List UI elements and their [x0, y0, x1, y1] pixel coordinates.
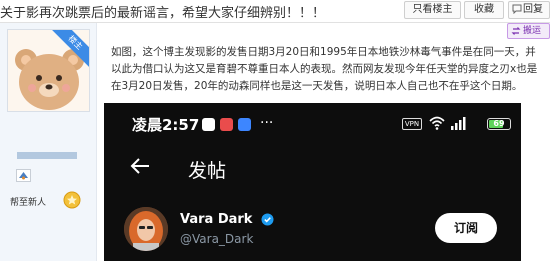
reply-icon [512, 4, 522, 14]
author-panel: 楼主 帮至新人 [0, 23, 97, 261]
user-handle[interactable]: @Vara_Dark [180, 232, 253, 246]
signal-icon [451, 117, 466, 130]
repost-tag: 搬运 [507, 23, 550, 39]
more-notifications-icon: ··· [260, 115, 274, 131]
post-text: 如图，这个博主发现影的发售日期3月20日和1995年日本地铁沙林毒气事件是在同一… [111, 46, 538, 92]
notification-app-icon [238, 118, 251, 131]
verified-badge-icon [261, 213, 274, 226]
display-name[interactable]: Vara Dark [180, 212, 252, 227]
favorite-button[interactable]: 收藏 [464, 1, 504, 19]
notification-app-icon [202, 118, 215, 131]
profile-avatar[interactable] [124, 207, 168, 251]
user-rank-badge: 帮至新人 [8, 191, 88, 211]
avatar[interactable]: 楼主 [7, 29, 90, 112]
medal-icon [16, 169, 31, 182]
wifi-icon [429, 116, 445, 130]
user-portrait-icon [124, 207, 168, 251]
notification-app-icon [220, 118, 233, 131]
vpn-icon: VPN [402, 118, 422, 130]
battery-icon: 69 [487, 118, 511, 130]
star-badge-icon [63, 191, 81, 209]
reply-button[interactable]: 回复 [508, 1, 550, 19]
back-arrow-icon[interactable] [130, 157, 150, 175]
embedded-screenshot: 凌晨2:57 ··· VPN 69 发帖 Vara Dark @Vara_Dar… [104, 103, 521, 261]
reply-label: 回复 [523, 4, 543, 15]
page-title: 发帖 [188, 160, 227, 182]
repost-icon [511, 27, 521, 35]
thread-header: 关于影再次跳票后的最新谣言，希望大家仔细辨别！！！ 只看楼主 收藏 回复 [0, 0, 550, 23]
status-time: 凌晨2:57 [132, 116, 200, 134]
rank-label: 帮至新人 [10, 198, 47, 208]
subscribe-button[interactable]: 订阅 [435, 213, 497, 243]
battery-level: 69 [493, 119, 505, 128]
thread-title: 关于影再次跳票后的最新谣言，希望大家仔细辨别！！！ [0, 6, 326, 21]
repost-label: 搬运 [523, 26, 542, 36]
username-redacted [17, 152, 77, 159]
only-author-button[interactable]: 只看楼主 [404, 1, 461, 19]
